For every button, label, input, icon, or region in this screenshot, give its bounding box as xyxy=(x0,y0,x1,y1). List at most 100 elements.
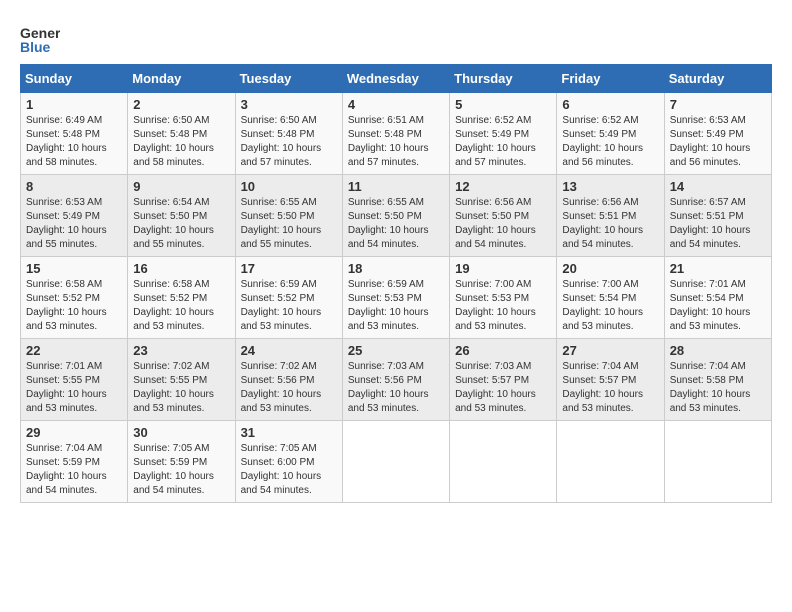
day-number: 16 xyxy=(133,261,229,276)
day-cell xyxy=(342,421,449,503)
day-number: 20 xyxy=(562,261,658,276)
day-cell: 28 Sunrise: 7:04 AM Sunset: 5:58 PM Dayl… xyxy=(664,339,771,421)
day-number: 11 xyxy=(348,179,444,194)
day-info: Sunrise: 6:52 AM Sunset: 5:49 PM Dayligh… xyxy=(455,114,551,170)
day-info: Sunrise: 6:53 AM Sunset: 5:49 PM Dayligh… xyxy=(670,114,766,170)
day-cell: 29 Sunrise: 7:04 AM Sunset: 5:59 PM Dayl… xyxy=(21,421,128,503)
day-cell: 5 Sunrise: 6:52 AM Sunset: 5:49 PM Dayli… xyxy=(450,93,557,175)
day-number: 30 xyxy=(133,425,229,440)
day-info: Sunrise: 6:59 AM Sunset: 5:53 PM Dayligh… xyxy=(348,278,444,334)
week-row-5: 29 Sunrise: 7:04 AM Sunset: 5:59 PM Dayl… xyxy=(21,421,772,503)
logo-icon: General Blue xyxy=(20,20,60,60)
day-info: Sunrise: 6:52 AM Sunset: 5:49 PM Dayligh… xyxy=(562,114,658,170)
header-cell-saturday: Saturday xyxy=(664,65,771,93)
day-cell: 19 Sunrise: 7:00 AM Sunset: 5:53 PM Dayl… xyxy=(450,257,557,339)
day-info: Sunrise: 6:50 AM Sunset: 5:48 PM Dayligh… xyxy=(241,114,337,170)
day-info: Sunrise: 7:02 AM Sunset: 5:55 PM Dayligh… xyxy=(133,360,229,416)
day-number: 9 xyxy=(133,179,229,194)
day-info: Sunrise: 6:58 AM Sunset: 5:52 PM Dayligh… xyxy=(26,278,122,334)
header-cell-tuesday: Tuesday xyxy=(235,65,342,93)
day-cell: 20 Sunrise: 7:00 AM Sunset: 5:54 PM Dayl… xyxy=(557,257,664,339)
day-cell: 13 Sunrise: 6:56 AM Sunset: 5:51 PM Dayl… xyxy=(557,175,664,257)
day-number: 19 xyxy=(455,261,551,276)
day-info: Sunrise: 6:55 AM Sunset: 5:50 PM Dayligh… xyxy=(348,196,444,252)
day-cell: 10 Sunrise: 6:55 AM Sunset: 5:50 PM Dayl… xyxy=(235,175,342,257)
day-info: Sunrise: 7:04 AM Sunset: 5:59 PM Dayligh… xyxy=(26,442,122,498)
day-info: Sunrise: 7:03 AM Sunset: 5:56 PM Dayligh… xyxy=(348,360,444,416)
day-info: Sunrise: 7:04 AM Sunset: 5:57 PM Dayligh… xyxy=(562,360,658,416)
day-info: Sunrise: 6:56 AM Sunset: 5:51 PM Dayligh… xyxy=(562,196,658,252)
day-number: 6 xyxy=(562,97,658,112)
day-number: 27 xyxy=(562,343,658,358)
calendar-header-row: SundayMondayTuesdayWednesdayThursdayFrid… xyxy=(21,65,772,93)
day-info: Sunrise: 7:05 AM Sunset: 6:00 PM Dayligh… xyxy=(241,442,337,498)
day-number: 8 xyxy=(26,179,122,194)
week-row-2: 8 Sunrise: 6:53 AM Sunset: 5:49 PM Dayli… xyxy=(21,175,772,257)
day-info: Sunrise: 7:01 AM Sunset: 5:54 PM Dayligh… xyxy=(670,278,766,334)
day-cell: 30 Sunrise: 7:05 AM Sunset: 5:59 PM Dayl… xyxy=(128,421,235,503)
day-cell: 15 Sunrise: 6:58 AM Sunset: 5:52 PM Dayl… xyxy=(21,257,128,339)
day-info: Sunrise: 7:02 AM Sunset: 5:56 PM Dayligh… xyxy=(241,360,337,416)
day-info: Sunrise: 6:54 AM Sunset: 5:50 PM Dayligh… xyxy=(133,196,229,252)
day-cell: 3 Sunrise: 6:50 AM Sunset: 5:48 PM Dayli… xyxy=(235,93,342,175)
header-cell-wednesday: Wednesday xyxy=(342,65,449,93)
day-cell: 12 Sunrise: 6:56 AM Sunset: 5:50 PM Dayl… xyxy=(450,175,557,257)
day-cell: 24 Sunrise: 7:02 AM Sunset: 5:56 PM Dayl… xyxy=(235,339,342,421)
day-cell: 4 Sunrise: 6:51 AM Sunset: 5:48 PM Dayli… xyxy=(342,93,449,175)
calendar-body: 1 Sunrise: 6:49 AM Sunset: 5:48 PM Dayli… xyxy=(21,93,772,503)
day-number: 21 xyxy=(670,261,766,276)
day-cell: 22 Sunrise: 7:01 AM Sunset: 5:55 PM Dayl… xyxy=(21,339,128,421)
day-cell: 26 Sunrise: 7:03 AM Sunset: 5:57 PM Dayl… xyxy=(450,339,557,421)
day-number: 23 xyxy=(133,343,229,358)
header-cell-sunday: Sunday xyxy=(21,65,128,93)
header: General Blue xyxy=(20,20,772,60)
day-number: 4 xyxy=(348,97,444,112)
day-cell: 6 Sunrise: 6:52 AM Sunset: 5:49 PM Dayli… xyxy=(557,93,664,175)
day-cell: 17 Sunrise: 6:59 AM Sunset: 5:52 PM Dayl… xyxy=(235,257,342,339)
week-row-1: 1 Sunrise: 6:49 AM Sunset: 5:48 PM Dayli… xyxy=(21,93,772,175)
calendar-table: SundayMondayTuesdayWednesdayThursdayFrid… xyxy=(20,64,772,503)
day-cell: 2 Sunrise: 6:50 AM Sunset: 5:48 PM Dayli… xyxy=(128,93,235,175)
week-row-4: 22 Sunrise: 7:01 AM Sunset: 5:55 PM Dayl… xyxy=(21,339,772,421)
day-cell: 18 Sunrise: 6:59 AM Sunset: 5:53 PM Dayl… xyxy=(342,257,449,339)
day-number: 18 xyxy=(348,261,444,276)
day-number: 31 xyxy=(241,425,337,440)
day-info: Sunrise: 7:00 AM Sunset: 5:53 PM Dayligh… xyxy=(455,278,551,334)
day-info: Sunrise: 6:57 AM Sunset: 5:51 PM Dayligh… xyxy=(670,196,766,252)
day-number: 25 xyxy=(348,343,444,358)
day-number: 12 xyxy=(455,179,551,194)
day-info: Sunrise: 6:51 AM Sunset: 5:48 PM Dayligh… xyxy=(348,114,444,170)
header-cell-thursday: Thursday xyxy=(450,65,557,93)
day-info: Sunrise: 7:05 AM Sunset: 5:59 PM Dayligh… xyxy=(133,442,229,498)
day-info: Sunrise: 6:55 AM Sunset: 5:50 PM Dayligh… xyxy=(241,196,337,252)
day-number: 28 xyxy=(670,343,766,358)
day-cell: 16 Sunrise: 6:58 AM Sunset: 5:52 PM Dayl… xyxy=(128,257,235,339)
header-cell-friday: Friday xyxy=(557,65,664,93)
day-number: 1 xyxy=(26,97,122,112)
day-cell: 7 Sunrise: 6:53 AM Sunset: 5:49 PM Dayli… xyxy=(664,93,771,175)
day-cell: 11 Sunrise: 6:55 AM Sunset: 5:50 PM Dayl… xyxy=(342,175,449,257)
day-info: Sunrise: 7:03 AM Sunset: 5:57 PM Dayligh… xyxy=(455,360,551,416)
page-wrapper: General Blue SundayMondayTuesdayWednesda… xyxy=(20,20,772,503)
day-number: 3 xyxy=(241,97,337,112)
day-number: 24 xyxy=(241,343,337,358)
day-cell xyxy=(450,421,557,503)
day-cell: 27 Sunrise: 7:04 AM Sunset: 5:57 PM Dayl… xyxy=(557,339,664,421)
day-number: 26 xyxy=(455,343,551,358)
day-cell: 14 Sunrise: 6:57 AM Sunset: 5:51 PM Dayl… xyxy=(664,175,771,257)
day-number: 10 xyxy=(241,179,337,194)
day-cell: 8 Sunrise: 6:53 AM Sunset: 5:49 PM Dayli… xyxy=(21,175,128,257)
day-cell: 31 Sunrise: 7:05 AM Sunset: 6:00 PM Dayl… xyxy=(235,421,342,503)
day-number: 7 xyxy=(670,97,766,112)
day-number: 5 xyxy=(455,97,551,112)
day-info: Sunrise: 6:56 AM Sunset: 5:50 PM Dayligh… xyxy=(455,196,551,252)
day-info: Sunrise: 6:59 AM Sunset: 5:52 PM Dayligh… xyxy=(241,278,337,334)
logo: General Blue xyxy=(20,20,60,60)
day-number: 29 xyxy=(26,425,122,440)
day-info: Sunrise: 6:49 AM Sunset: 5:48 PM Dayligh… xyxy=(26,114,122,170)
day-number: 15 xyxy=(26,261,122,276)
day-cell xyxy=(664,421,771,503)
day-info: Sunrise: 6:58 AM Sunset: 5:52 PM Dayligh… xyxy=(133,278,229,334)
day-info: Sunrise: 6:53 AM Sunset: 5:49 PM Dayligh… xyxy=(26,196,122,252)
day-info: Sunrise: 7:04 AM Sunset: 5:58 PM Dayligh… xyxy=(670,360,766,416)
